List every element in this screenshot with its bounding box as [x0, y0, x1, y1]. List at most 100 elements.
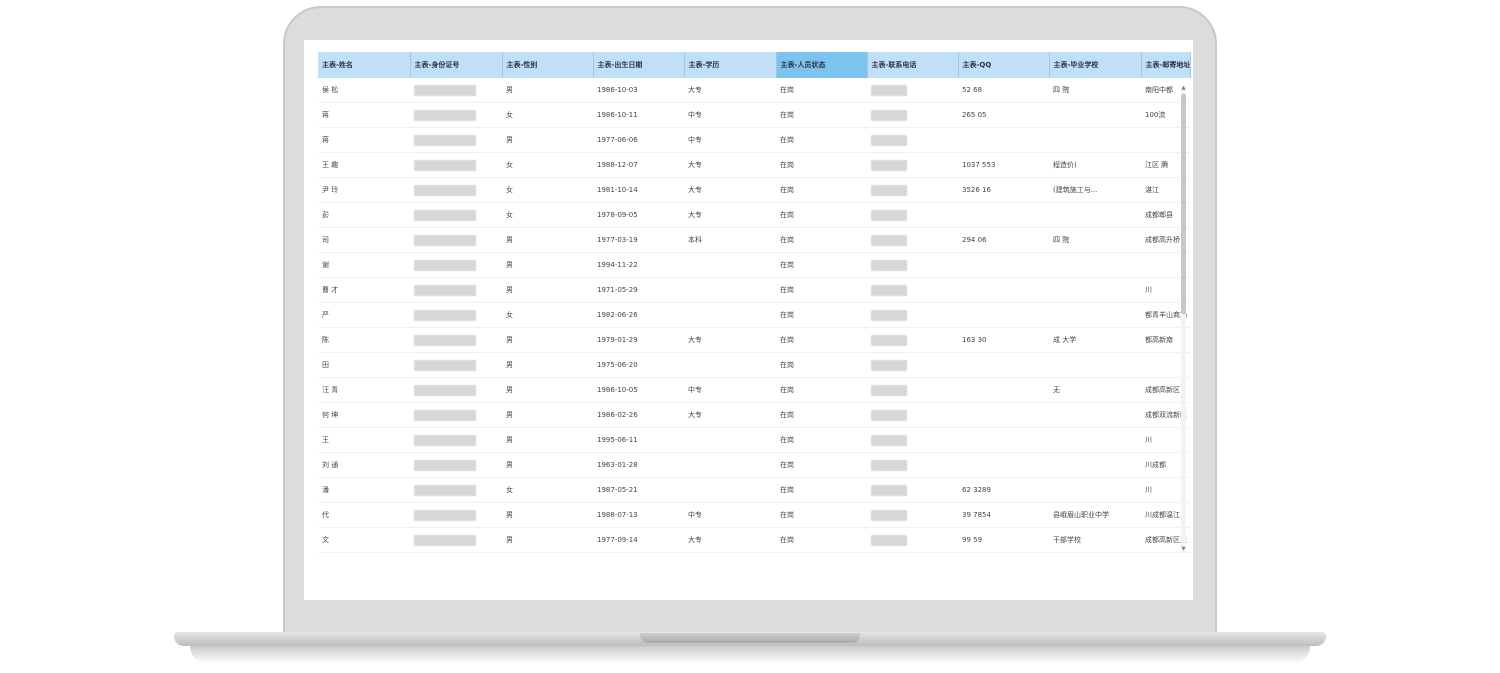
table-row[interactable]: 彭女 1978-09-05 大专 在岗 成都郫县 [318, 202, 1190, 228]
edu-cell [684, 252, 776, 278]
school-cell: 成 大学 [1049, 327, 1141, 353]
phone-cell [867, 302, 958, 328]
id-number-cell [410, 152, 502, 178]
table-row[interactable]: 刘 通男 1963-01-28 在岗 川成都 [318, 452, 1190, 478]
phone-cell [867, 152, 958, 178]
birth-cell: 1986-02-26 [593, 402, 684, 428]
table-row[interactable]: 谢 男 1994-11-22 在岗 [318, 252, 1190, 278]
status-cell: 在岗 [776, 202, 867, 228]
phone-cell [867, 277, 958, 303]
column-header-0[interactable]: 主表-姓名 [318, 52, 411, 78]
qq-cell: 1037 553 [958, 152, 1049, 178]
redacted-value [871, 284, 907, 296]
birth-cell: 1977-03-19 [593, 227, 684, 253]
table-row[interactable]: 曹 才男 1971-05-29 在岗川 [318, 277, 1190, 303]
table-row[interactable]: 代男 1988-07-13 中专 在岗 39 7854 县峨眉山职业中学 川成都温江 [318, 502, 1190, 528]
status-cell: 在岗 [776, 227, 867, 253]
gender-cell: 男 [502, 327, 593, 353]
qq-cell [958, 452, 1049, 478]
school-cell [1049, 252, 1141, 278]
birth-cell: 1988-12-07 [593, 152, 684, 178]
id-number-cell [410, 377, 502, 403]
school-cell: (建筑施工与... [1049, 177, 1141, 203]
status-cell: 在岗 [776, 152, 867, 178]
gender-cell: 男 [502, 252, 593, 278]
redacted-value [414, 184, 476, 196]
redacted-value [871, 84, 907, 96]
status-cell: 在岗 [776, 427, 867, 453]
table-row[interactable]: 潘女 1987-05-21 在岗 62 3289 川 [318, 477, 1190, 503]
name-cell: 陈 [318, 327, 410, 353]
gender-cell: 男 [502, 427, 593, 453]
redacted-value [871, 484, 907, 496]
phone-cell [867, 352, 958, 378]
name-cell: 彭 [318, 202, 410, 228]
birth-cell: 1994-11-22 [593, 252, 684, 278]
gender-cell: 女 [502, 152, 593, 178]
column-header-1[interactable]: 主表-身份证号 [410, 52, 503, 78]
name-cell: 潘 [318, 477, 410, 503]
vertical-scrollbar[interactable]: ▲ ▼ [1181, 86, 1186, 552]
redacted-value [871, 309, 907, 321]
table-row[interactable]: 尹 玲女 1981-10-14 大专 在岗 3526 16 (建筑施工与... 湛江 [318, 177, 1190, 203]
status-cell: 在岗 [776, 78, 867, 103]
id-number-cell [410, 452, 502, 478]
table-row[interactable]: 严女 1982-06-26 在岗 都青羊山商场 [318, 302, 1190, 328]
table-row[interactable]: 王男 1995-06-11 在岗川 [318, 427, 1190, 453]
edu-cell [684, 277, 776, 303]
table-row[interactable]: 蒋 男 1977-06-06 中专 在岗 [318, 127, 1190, 153]
table-row[interactable]: 蒋女 1986-10-11 中专 在岗 265 05 100流 [318, 102, 1190, 128]
edu-cell: 大专 [684, 152, 776, 178]
column-header-3[interactable]: 主表-出生日期 [593, 52, 685, 78]
table-row[interactable]: 田 男 1975-06-20 在岗 [318, 352, 1190, 378]
column-header-4[interactable]: 主表-学历 [684, 52, 777, 78]
scroll-up-arrow-icon[interactable]: ▲ [1181, 86, 1186, 91]
table-row[interactable]: 何 坤男 1986-02-26 大专 在岗 成都双流新区 [318, 402, 1190, 428]
name-cell: 蒋 [318, 127, 410, 153]
column-header-5[interactable]: 主表-人员状态 [776, 52, 868, 78]
table-row[interactable]: 司男 1977-03-19 本科 在岗 294 06 四 院成都高升桥 [318, 227, 1190, 253]
column-header-7[interactable]: 主表-QQ [958, 52, 1050, 78]
scrollbar-thumb[interactable] [1181, 94, 1186, 314]
id-number-cell [410, 127, 502, 153]
redacted-value [414, 334, 476, 346]
edu-cell: 大专 [684, 202, 776, 228]
qq-cell [958, 127, 1049, 153]
status-cell: 在岗 [776, 127, 867, 153]
redacted-value [871, 184, 907, 196]
qq-cell [958, 252, 1049, 278]
edu-cell [684, 352, 776, 378]
table-row[interactable]: 汪 青男 1986-10-05 中专 在岗无成都高新区 [318, 377, 1190, 403]
phone-cell [867, 452, 958, 478]
qq-cell: 52 68 [958, 78, 1049, 103]
qq-cell: 265 05 [958, 102, 1049, 128]
redacted-value [871, 409, 907, 421]
id-number-cell [410, 202, 502, 228]
table-row[interactable]: 文男 1977-09-14 大专 在岗 99 59 干部学校 成都高新区大 [318, 527, 1190, 553]
redacted-value [871, 384, 907, 396]
column-header-2[interactable]: 主表-性别 [502, 52, 594, 78]
table-header-row: 主表-姓名 主表-身份证号 主表-性别 主表-出生日期 主表-学历 主表-人员状态 主表-联… [318, 52, 1191, 78]
birth-cell: 1977-06-06 [593, 127, 684, 153]
redacted-value [414, 384, 476, 396]
scroll-down-arrow-icon[interactable]: ▼ [1181, 547, 1186, 552]
phone-cell [867, 78, 958, 103]
id-number-cell [410, 177, 502, 203]
school-cell [1049, 477, 1141, 503]
phone-cell [867, 327, 958, 353]
name-cell: 蒋 [318, 102, 410, 128]
table-row[interactable]: 王 趣女 1988-12-07 大专 在岗 1037 553 程造价) 江区 腾 [318, 152, 1190, 178]
column-header-8[interactable]: 主表-毕业学校 [1049, 52, 1142, 78]
status-cell: 在岗 [776, 452, 867, 478]
school-cell [1049, 402, 1141, 428]
table-row[interactable]: 陈男 1979-01-29 大专 在岗 163 30 成 大学 都高新南 [318, 327, 1190, 353]
name-cell: 尹 玲 [318, 177, 410, 203]
column-header-6[interactable]: 主表-联系电话 [867, 52, 959, 78]
column-header-9[interactable]: 主表-邮寄地址 [1141, 52, 1191, 78]
table-row[interactable]: 侯 松男 1986-10-03 大专 在岗 52 68 四 院南阳中都 [318, 78, 1190, 103]
qq-cell: 39 7854 [958, 502, 1049, 528]
laptop-hinge-notch [640, 633, 860, 643]
birth-cell: 1977-09-14 [593, 527, 684, 553]
gender-cell: 男 [502, 527, 593, 553]
qq-cell [958, 377, 1049, 403]
